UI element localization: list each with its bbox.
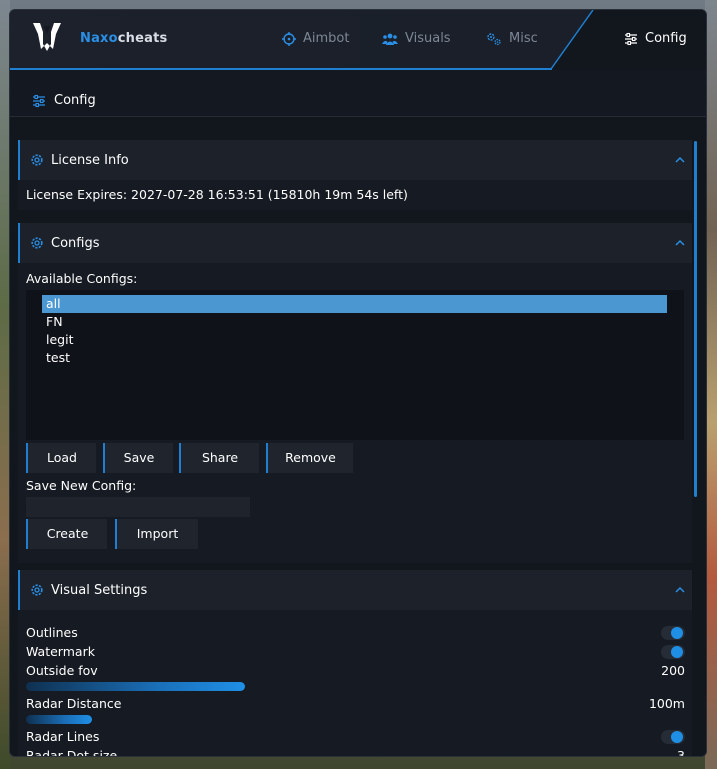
tab-visuals[interactable]: Visuals	[382, 31, 451, 46]
license-expires-text: License Expires: 2027-07-28 16:53:51 (15…	[26, 187, 408, 202]
config-list-item[interactable]: all	[42, 295, 667, 313]
users-icon	[382, 33, 398, 45]
remove-button[interactable]: Remove	[266, 443, 353, 473]
visual-settings-panel: Visual Settings Outlines Watermark Outsi…	[18, 570, 692, 757]
save-new-config-label: Save New Config:	[26, 478, 137, 493]
outside-fov-slider[interactable]	[26, 682, 245, 691]
configs-listbox[interactable]: all FN legit test	[26, 290, 684, 440]
share-button[interactable]: Share	[179, 443, 259, 473]
sliders-icon	[625, 32, 637, 45]
license-info-header[interactable]: License Info	[18, 140, 692, 180]
sliders-icon	[33, 94, 45, 107]
content-area: License Info License Expires: 2027-07-28…	[10, 117, 706, 757]
chevron-up-icon[interactable]	[674, 154, 686, 166]
section-title: Config	[32, 93, 96, 108]
brand-name-part2: cheats	[117, 31, 168, 46]
gear-icon	[31, 154, 43, 166]
watermark-label: Watermark	[26, 644, 95, 659]
create-button[interactable]: Create	[26, 519, 107, 549]
watermark-toggle[interactable]	[661, 645, 685, 659]
crosshair-icon	[282, 31, 296, 46]
brand-name: Naxocheats	[80, 31, 167, 46]
outside-fov-label: Outside fov	[26, 663, 98, 678]
radar-lines-label: Radar Lines	[26, 729, 100, 744]
gear-icon	[31, 584, 43, 596]
available-configs-label: Available Configs:	[26, 271, 138, 286]
radar-dot-size-value: 3	[677, 748, 685, 757]
chevron-up-icon[interactable]	[674, 237, 686, 249]
outside-fov-value: 200	[661, 663, 685, 678]
save-button[interactable]: Save	[103, 443, 173, 473]
tab-config[interactable]: Config	[624, 31, 687, 46]
import-button[interactable]: Import	[115, 519, 198, 549]
header-accent-line	[10, 68, 552, 70]
gears-icon	[487, 32, 501, 45]
tab-aimbot-label: Aimbot	[303, 31, 350, 46]
tab-config-label: Config	[645, 31, 687, 46]
license-info-panel: License Info License Expires: 2027-07-28…	[18, 140, 692, 210]
config-list-item[interactable]: FN	[42, 313, 667, 331]
visual-settings-title: Visual Settings	[51, 583, 148, 598]
config-list-item[interactable]: test	[42, 349, 667, 367]
gear-icon	[31, 237, 43, 249]
tab-visuals-label: Visuals	[405, 31, 451, 46]
load-button[interactable]: Load	[26, 443, 96, 473]
tab-aimbot[interactable]: Aimbot	[282, 31, 349, 46]
tab-misc[interactable]: Misc	[486, 31, 538, 46]
radar-dot-size-label: Radar Dot size	[26, 748, 118, 757]
toggle-knob	[671, 731, 683, 743]
outlines-label: Outlines	[26, 625, 78, 640]
configs-panel: Configs Available Configs: all FN legit …	[18, 223, 692, 563]
radar-distance-slider[interactable]	[26, 715, 92, 724]
radar-distance-label: Radar Distance	[26, 696, 122, 711]
tab-misc-label: Misc	[509, 31, 538, 46]
cheat-menu-window: Naxocheats Aimbot Visuals Misc Config Co…	[9, 9, 707, 757]
config-list-item[interactable]: legit	[42, 331, 667, 349]
toggle-knob	[671, 627, 683, 639]
visual-settings-header[interactable]: Visual Settings	[18, 570, 692, 610]
configs-header[interactable]: Configs	[18, 223, 692, 263]
section-title-label: Config	[54, 93, 96, 108]
radar-distance-value: 100m	[648, 696, 685, 711]
brand-logo-icon	[33, 23, 61, 51]
brand-name-part1: Naxo	[80, 31, 118, 46]
new-config-input[interactable]	[26, 497, 250, 517]
scrollbar[interactable]	[694, 141, 697, 497]
chevron-up-icon[interactable]	[674, 584, 686, 596]
license-info-title: License Info	[51, 153, 129, 168]
header: Naxocheats Aimbot Visuals Misc Config	[10, 10, 706, 70]
radar-lines-toggle[interactable]	[661, 730, 685, 744]
toggle-knob	[671, 646, 683, 658]
configs-title: Configs	[51, 236, 100, 251]
outlines-toggle[interactable]	[661, 626, 685, 640]
